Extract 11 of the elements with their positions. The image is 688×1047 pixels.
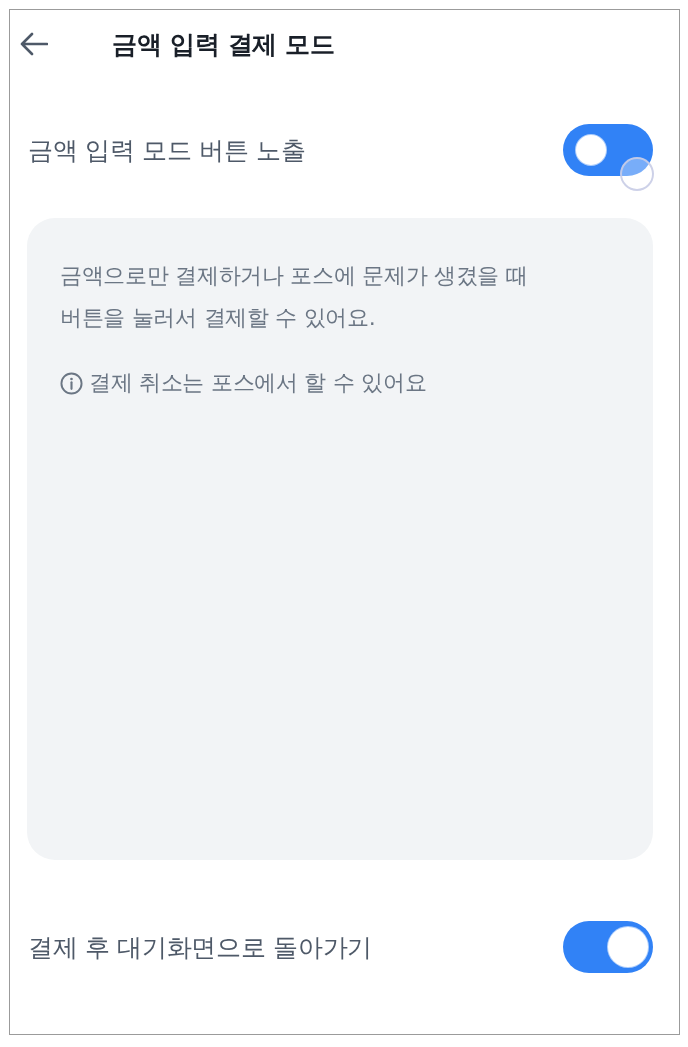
page-title: 금액 입력 결제 모드 xyxy=(112,28,335,61)
setting-label: 결제 후 대기화면으로 돌아가기 xyxy=(28,931,373,964)
note-text: 결제 취소는 포스에서 할 수 있어요 xyxy=(89,369,427,397)
toggle-switch[interactable] xyxy=(563,921,653,973)
toggle-thumb[interactable] xyxy=(575,134,607,166)
info-icon xyxy=(60,371,83,395)
toggle-thumb[interactable] xyxy=(607,926,649,968)
back-arrow-icon[interactable] xyxy=(20,32,48,56)
description-text: 금액으로만 결제하거나 포스에 문제가 생겼을 때 버튼을 눌러서 결제할 수 있어요. xyxy=(60,262,529,332)
toggle-switch[interactable] xyxy=(563,124,653,176)
setting-label: 금액 입력 모드 버튼 노출 xyxy=(28,134,306,167)
